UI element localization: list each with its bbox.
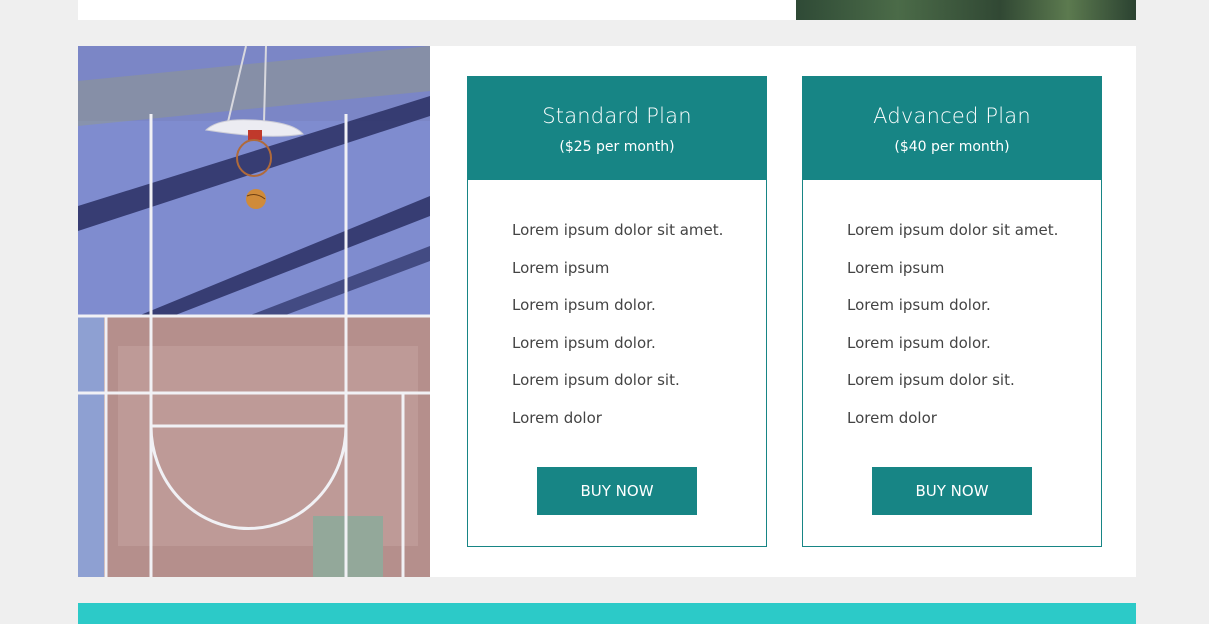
feature-item: Lorem ipsum dolor. (847, 333, 991, 352)
feature-item: Lorem ipsum (847, 258, 945, 277)
standard-buy-now-button[interactable]: BUY NOW (537, 467, 697, 515)
previous-section-panel (78, 0, 796, 20)
basketball-court-photo (78, 46, 430, 577)
feature-item: Lorem ipsum (512, 258, 610, 277)
feature-item: Lorem ipsum dolor. (512, 296, 656, 315)
advanced-plan-header: Advanced Plan ($40 per month) (803, 77, 1101, 180)
standard-plan-card: Standard Plan ($25 per month) Lorem ipsu… (467, 76, 767, 547)
feature-item: Lorem ipsum dolor sit amet. (847, 221, 1059, 239)
feature-item: Lorem ipsum dolor sit amet. (512, 221, 724, 239)
feature-item: Lorem ipsum dolor. (847, 296, 991, 315)
advanced-plan-features: Lorem ipsum dolor sit amet. Lorem ipsum … (803, 180, 1101, 445)
next-section-band (78, 603, 1136, 624)
feature-item: Lorem dolor (512, 408, 602, 427)
feature-item: Lorem ipsum dolor. (512, 333, 656, 352)
pricing-section: Standard Plan ($25 per month) Lorem ipsu… (78, 46, 1136, 577)
feature-item: Lorem dolor (847, 408, 937, 427)
standard-plan-header: Standard Plan ($25 per month) (468, 77, 766, 180)
standard-plan-price: ($25 per month) (559, 139, 675, 155)
standard-plan-features: Lorem ipsum dolor sit amet. Lorem ipsum … (468, 180, 766, 445)
advanced-plan-price: ($40 per month) (894, 139, 1010, 155)
standard-plan-name: Standard Plan (542, 104, 692, 128)
advanced-plan-name: Advanced Plan (873, 104, 1031, 128)
feature-item: Lorem ipsum dolor sit. (512, 371, 680, 390)
foliage-photo (796, 0, 1136, 20)
feature-item: Lorem ipsum dolor sit. (847, 371, 1015, 390)
advanced-plan-card: Advanced Plan ($40 per month) Lorem ipsu… (802, 76, 1102, 547)
advanced-buy-now-button[interactable]: BUY NOW (872, 467, 1032, 515)
